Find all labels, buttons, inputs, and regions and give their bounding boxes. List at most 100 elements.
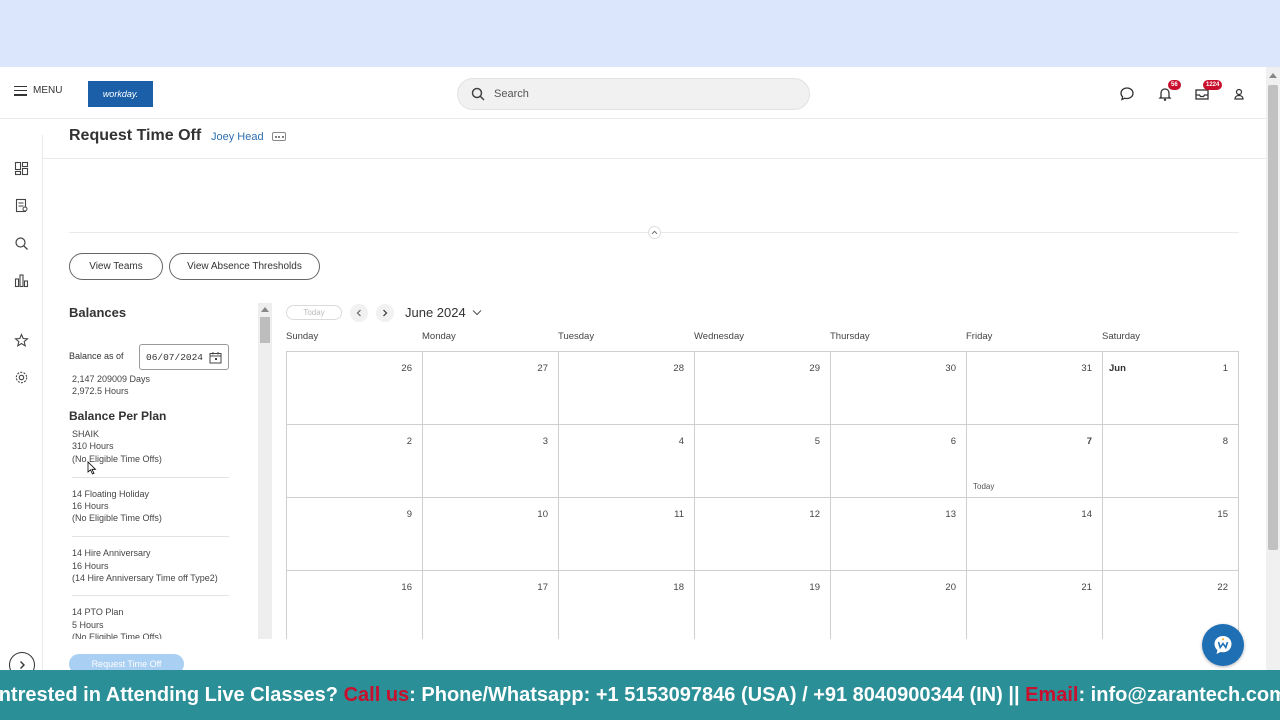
- plan-hours: 16 Hours: [72, 501, 109, 511]
- mouse-cursor-icon: [87, 461, 97, 475]
- day-of-week-header: Friday: [966, 331, 993, 342]
- calendar-day-cell[interactable]: 2: [287, 425, 423, 498]
- calendar-day-cell[interactable]: 17: [423, 571, 559, 639]
- calendar-day-cell[interactable]: 12: [695, 498, 831, 571]
- balances-title: Balances: [69, 305, 127, 320]
- calendar-day-cell-today[interactable]: 7 Today: [967, 425, 1103, 498]
- day-number: 19: [809, 582, 820, 593]
- plan-note: (14 Hire Anniversary Time off Type2): [72, 573, 218, 583]
- day-number: 22: [1217, 582, 1228, 593]
- report-icon[interactable]: [14, 198, 29, 213]
- chevron-up-icon: [651, 230, 658, 235]
- search-placeholder: Search: [494, 88, 529, 100]
- plan-hours: 5 Hours: [72, 620, 104, 630]
- plan-divider: [72, 477, 229, 478]
- prev-month-button[interactable]: [350, 304, 368, 322]
- calendar-day-cell[interactable]: 26: [287, 352, 423, 425]
- chart-icon[interactable]: [14, 273, 29, 288]
- page-scrollbar[interactable]: [1266, 67, 1280, 670]
- dashboard-icon[interactable]: [14, 161, 29, 176]
- calendar-day-cell[interactable]: 8: [1103, 425, 1239, 498]
- scrollbar-thumb[interactable]: [260, 317, 270, 343]
- month-selector[interactable]: June 2024: [405, 305, 482, 320]
- day-number: 16: [401, 582, 412, 593]
- assistant-button[interactable]: [1202, 624, 1244, 666]
- user-icon[interactable]: [1231, 86, 1247, 102]
- calendar-day-cell[interactable]: 4: [559, 425, 695, 498]
- calendar-day-cell[interactable]: 6: [831, 425, 967, 498]
- balances-scrollbar[interactable]: [258, 303, 272, 639]
- scrollbar-thumb[interactable]: [1268, 85, 1278, 550]
- calendar-day-cell[interactable]: 20: [831, 571, 967, 639]
- balance-hours: 2,972.5 Hours: [72, 386, 129, 396]
- calendar-day-cell[interactable]: 18: [559, 571, 695, 639]
- search-input[interactable]: Search: [457, 78, 810, 110]
- calendar-day-cell[interactable]: 29: [695, 352, 831, 425]
- plan-name: SHAIK: [72, 429, 100, 439]
- collapse-section-button[interactable]: [648, 226, 661, 239]
- day-number: 29: [809, 363, 820, 374]
- scroll-up-arrow[interactable]: [1269, 73, 1277, 78]
- calendar-day-cell[interactable]: 28: [559, 352, 695, 425]
- next-month-button[interactable]: [376, 304, 394, 322]
- calendar-day-cell[interactable]: 5: [695, 425, 831, 498]
- day-of-week-header: Tuesday: [558, 331, 595, 342]
- calendar-day-cell[interactable]: 15: [1103, 498, 1239, 571]
- related-actions-button[interactable]: [272, 132, 286, 141]
- calendar-day-cell[interactable]: 16: [287, 571, 423, 639]
- plan-note: (No Eligible Time Offs): [72, 632, 162, 639]
- plan-name: 14 PTO Plan: [72, 607, 124, 617]
- day-of-week-header: Wednesday: [694, 331, 744, 342]
- calendar-day-cell[interactable]: 21: [967, 571, 1103, 639]
- view-teams-button[interactable]: View Teams: [69, 253, 163, 280]
- today-button[interactable]: Today: [286, 305, 342, 320]
- day-of-week-header: Thursday: [830, 331, 870, 342]
- day-number: 1: [1222, 363, 1228, 374]
- calendar-day-cell[interactable]: 19: [695, 571, 831, 639]
- hamburger-icon: [14, 85, 27, 96]
- plan-note-clip: (No Eligible Time Offs): [72, 631, 162, 639]
- chat-icon[interactable]: [1119, 86, 1135, 102]
- plan-hours: 310 Hours: [72, 441, 114, 451]
- gear-icon[interactable]: [14, 370, 29, 385]
- inbox-badge: 1224: [1203, 80, 1223, 90]
- day-number: 12: [809, 509, 820, 520]
- day-number: 15: [1217, 509, 1228, 520]
- calendar-day-cell[interactable]: 14: [967, 498, 1103, 571]
- calendar-day-cell[interactable]: 31: [967, 352, 1103, 425]
- assistant-icon: [1214, 636, 1232, 654]
- day-number: 18: [673, 582, 684, 593]
- banner-text-1: Intrested in Attending Live Classes?: [0, 683, 344, 706]
- calendar-day-cell[interactable]: 27: [423, 352, 559, 425]
- workday-logo[interactable]: workday.: [88, 81, 153, 107]
- day-number: 9: [406, 509, 412, 520]
- day-number: 8: [1222, 436, 1228, 447]
- month-label: June 2024: [405, 305, 466, 320]
- browser-top-band: [0, 0, 1280, 67]
- balance-date-field[interactable]: 06/07/2024: [139, 344, 229, 370]
- scroll-up-arrow[interactable]: [261, 307, 269, 312]
- view-absence-thresholds-button[interactable]: View Absence Thresholds: [169, 253, 320, 280]
- side-rail: [0, 135, 43, 670]
- calendar-day-cell[interactable]: 10: [423, 498, 559, 571]
- star-icon[interactable]: [14, 333, 29, 348]
- app-header: MENU workday. Search 56 1224: [0, 67, 1266, 119]
- plan-note: (No Eligible Time Offs): [72, 513, 162, 523]
- plan-divider: [72, 536, 229, 537]
- calendar-day-cell[interactable]: 30: [831, 352, 967, 425]
- day-number: 31: [1081, 363, 1092, 374]
- search-report-icon[interactable]: [14, 236, 29, 251]
- menu-button[interactable]: MENU: [14, 85, 62, 96]
- balance-date-value: 06/07/2024: [146, 351, 204, 363]
- worker-link[interactable]: Joey Head: [211, 131, 264, 143]
- balance-as-of-label: Balance as of: [69, 351, 124, 361]
- calendar-day-cell[interactable]: 9: [287, 498, 423, 571]
- calendar-day-cell[interactable]: Jun 1: [1103, 352, 1239, 425]
- calendar-icon[interactable]: [209, 351, 222, 364]
- chevron-right-icon: [20, 661, 25, 669]
- day-number: 4: [678, 436, 684, 447]
- calendar-day-cell[interactable]: 3: [423, 425, 559, 498]
- day-number: 11: [674, 509, 684, 520]
- calendar-day-cell[interactable]: 13: [831, 498, 967, 571]
- calendar-day-cell[interactable]: 11: [559, 498, 695, 571]
